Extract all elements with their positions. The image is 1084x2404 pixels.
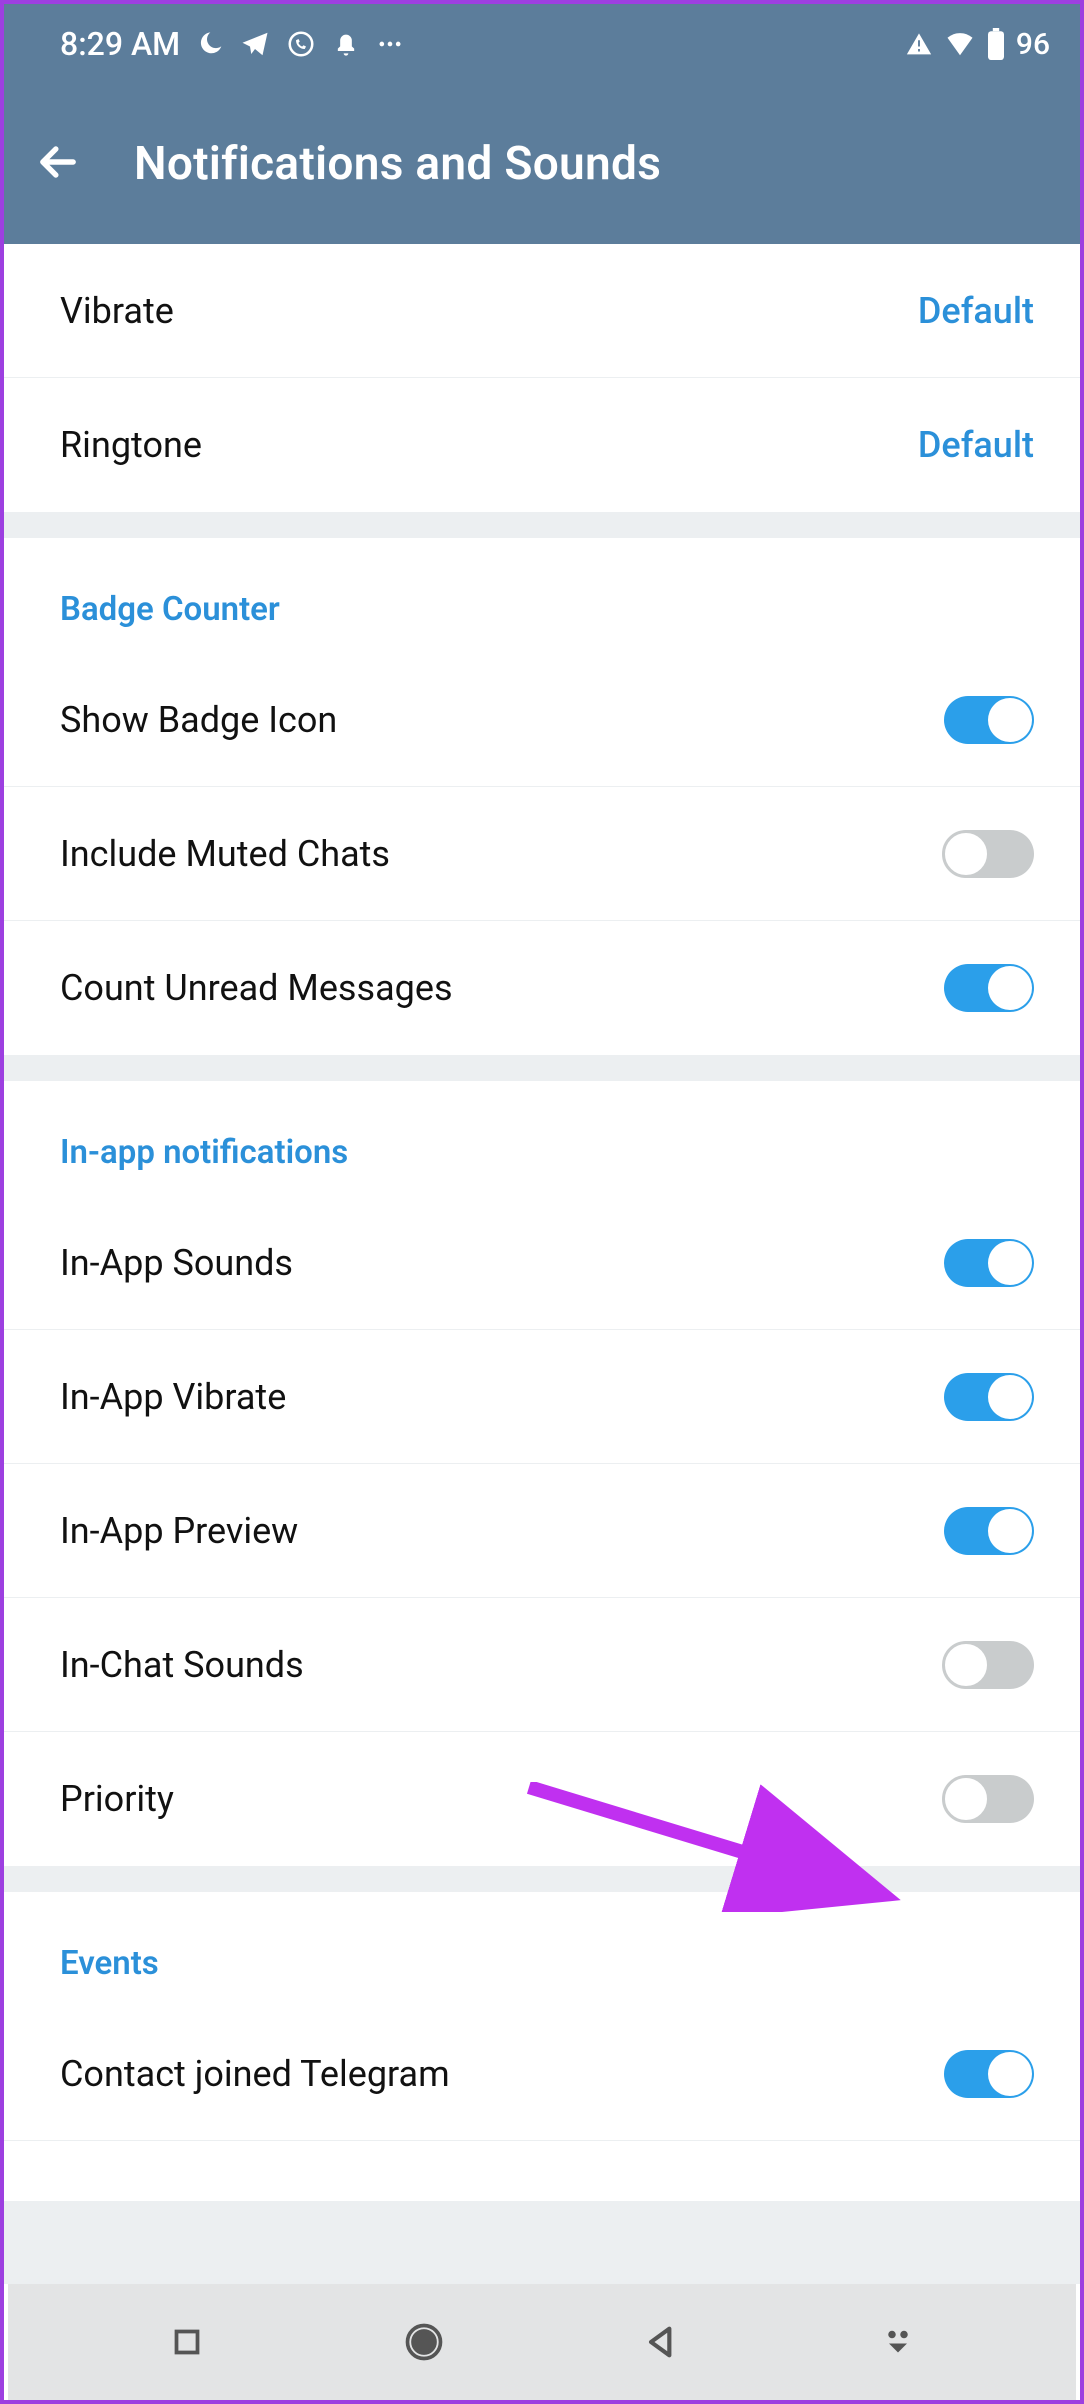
events-section: Events Contact joined Telegram bbox=[4, 1892, 1080, 2201]
include-muted-row[interactable]: Include Muted Chats bbox=[4, 787, 1080, 921]
priority-toggle[interactable] bbox=[944, 1775, 1034, 1823]
vibrate-label: Vibrate bbox=[60, 290, 918, 332]
nav-recent-button[interactable] bbox=[157, 2312, 217, 2372]
wifi-icon bbox=[944, 29, 976, 59]
inapp-sounds-row[interactable]: In-App Sounds bbox=[4, 1196, 1080, 1330]
contact-joined-toggle[interactable] bbox=[944, 2050, 1034, 2098]
inapp-vibrate-label: In-App Vibrate bbox=[60, 1376, 944, 1418]
show-badge-row[interactable]: Show Badge Icon bbox=[4, 653, 1080, 787]
inapp-preview-toggle[interactable] bbox=[944, 1507, 1034, 1555]
count-unread-toggle[interactable] bbox=[944, 964, 1034, 1012]
notification-icon bbox=[332, 30, 360, 58]
more-icon bbox=[376, 30, 404, 58]
app-bar: Notifications and Sounds bbox=[4, 84, 1080, 244]
count-unread-row[interactable]: Count Unread Messages bbox=[4, 921, 1080, 1055]
moon-icon bbox=[196, 30, 224, 58]
status-bar: 8:29 AM 96 bbox=[4, 4, 1080, 84]
count-unread-label: Count Unread Messages bbox=[60, 967, 944, 1009]
vibrate-row[interactable]: Vibrate Default bbox=[4, 244, 1080, 378]
vibrate-value: Default bbox=[918, 290, 1034, 332]
contact-joined-row[interactable]: Contact joined Telegram bbox=[4, 2007, 1080, 2141]
ringtone-value: Default bbox=[918, 424, 1034, 466]
include-muted-toggle[interactable] bbox=[944, 830, 1034, 878]
inapp-preview-label: In-App Preview bbox=[60, 1510, 944, 1552]
telegram-icon bbox=[240, 29, 270, 59]
badge-section: Badge Counter Show Badge Icon Include Mu… bbox=[4, 538, 1080, 1055]
priority-row[interactable]: Priority bbox=[4, 1732, 1080, 1866]
nav-bar bbox=[8, 2284, 1076, 2400]
show-badge-toggle[interactable] bbox=[944, 696, 1034, 744]
inchat-sounds-toggle[interactable] bbox=[944, 1641, 1034, 1689]
contact-joined-label: Contact joined Telegram bbox=[60, 2053, 944, 2095]
warning-icon bbox=[904, 29, 934, 59]
ringtone-row[interactable]: Ringtone Default bbox=[4, 378, 1080, 512]
include-muted-label: Include Muted Chats bbox=[60, 833, 944, 875]
show-badge-label: Show Badge Icon bbox=[60, 699, 944, 741]
inapp-sounds-toggle[interactable] bbox=[944, 1239, 1034, 1287]
partial-row[interactable] bbox=[4, 2141, 1080, 2201]
inchat-sounds-label: In-Chat Sounds bbox=[60, 1644, 944, 1686]
inapp-section: In-app notifications In-App Sounds In-Ap… bbox=[4, 1081, 1080, 1866]
events-header: Events bbox=[4, 1892, 1080, 2007]
inapp-header: In-app notifications bbox=[4, 1081, 1080, 1196]
ringtone-label: Ringtone bbox=[60, 424, 918, 466]
sound-section: Vibrate Default Ringtone Default bbox=[4, 244, 1080, 512]
battery-icon bbox=[986, 28, 1006, 60]
nav-back-button[interactable] bbox=[631, 2312, 691, 2372]
inapp-vibrate-toggle[interactable] bbox=[944, 1373, 1034, 1421]
back-button[interactable] bbox=[32, 136, 84, 192]
page-title: Notifications and Sounds bbox=[134, 137, 661, 191]
nav-ime-button[interactable] bbox=[868, 2312, 928, 2372]
whatsapp-icon bbox=[286, 29, 316, 59]
inapp-sounds-label: In-App Sounds bbox=[60, 1242, 944, 1284]
inapp-preview-row[interactable]: In-App Preview bbox=[4, 1464, 1080, 1598]
inapp-vibrate-row[interactable]: In-App Vibrate bbox=[4, 1330, 1080, 1464]
settings-content[interactable]: Vibrate Default Ringtone Default Badge C… bbox=[4, 244, 1080, 2284]
battery-level: 96 bbox=[1016, 27, 1050, 62]
inchat-sounds-row[interactable]: In-Chat Sounds bbox=[4, 1598, 1080, 1732]
badge-header: Badge Counter bbox=[4, 538, 1080, 653]
status-time: 8:29 AM bbox=[60, 25, 180, 63]
priority-label: Priority bbox=[60, 1778, 944, 1820]
nav-home-button[interactable] bbox=[394, 2312, 454, 2372]
